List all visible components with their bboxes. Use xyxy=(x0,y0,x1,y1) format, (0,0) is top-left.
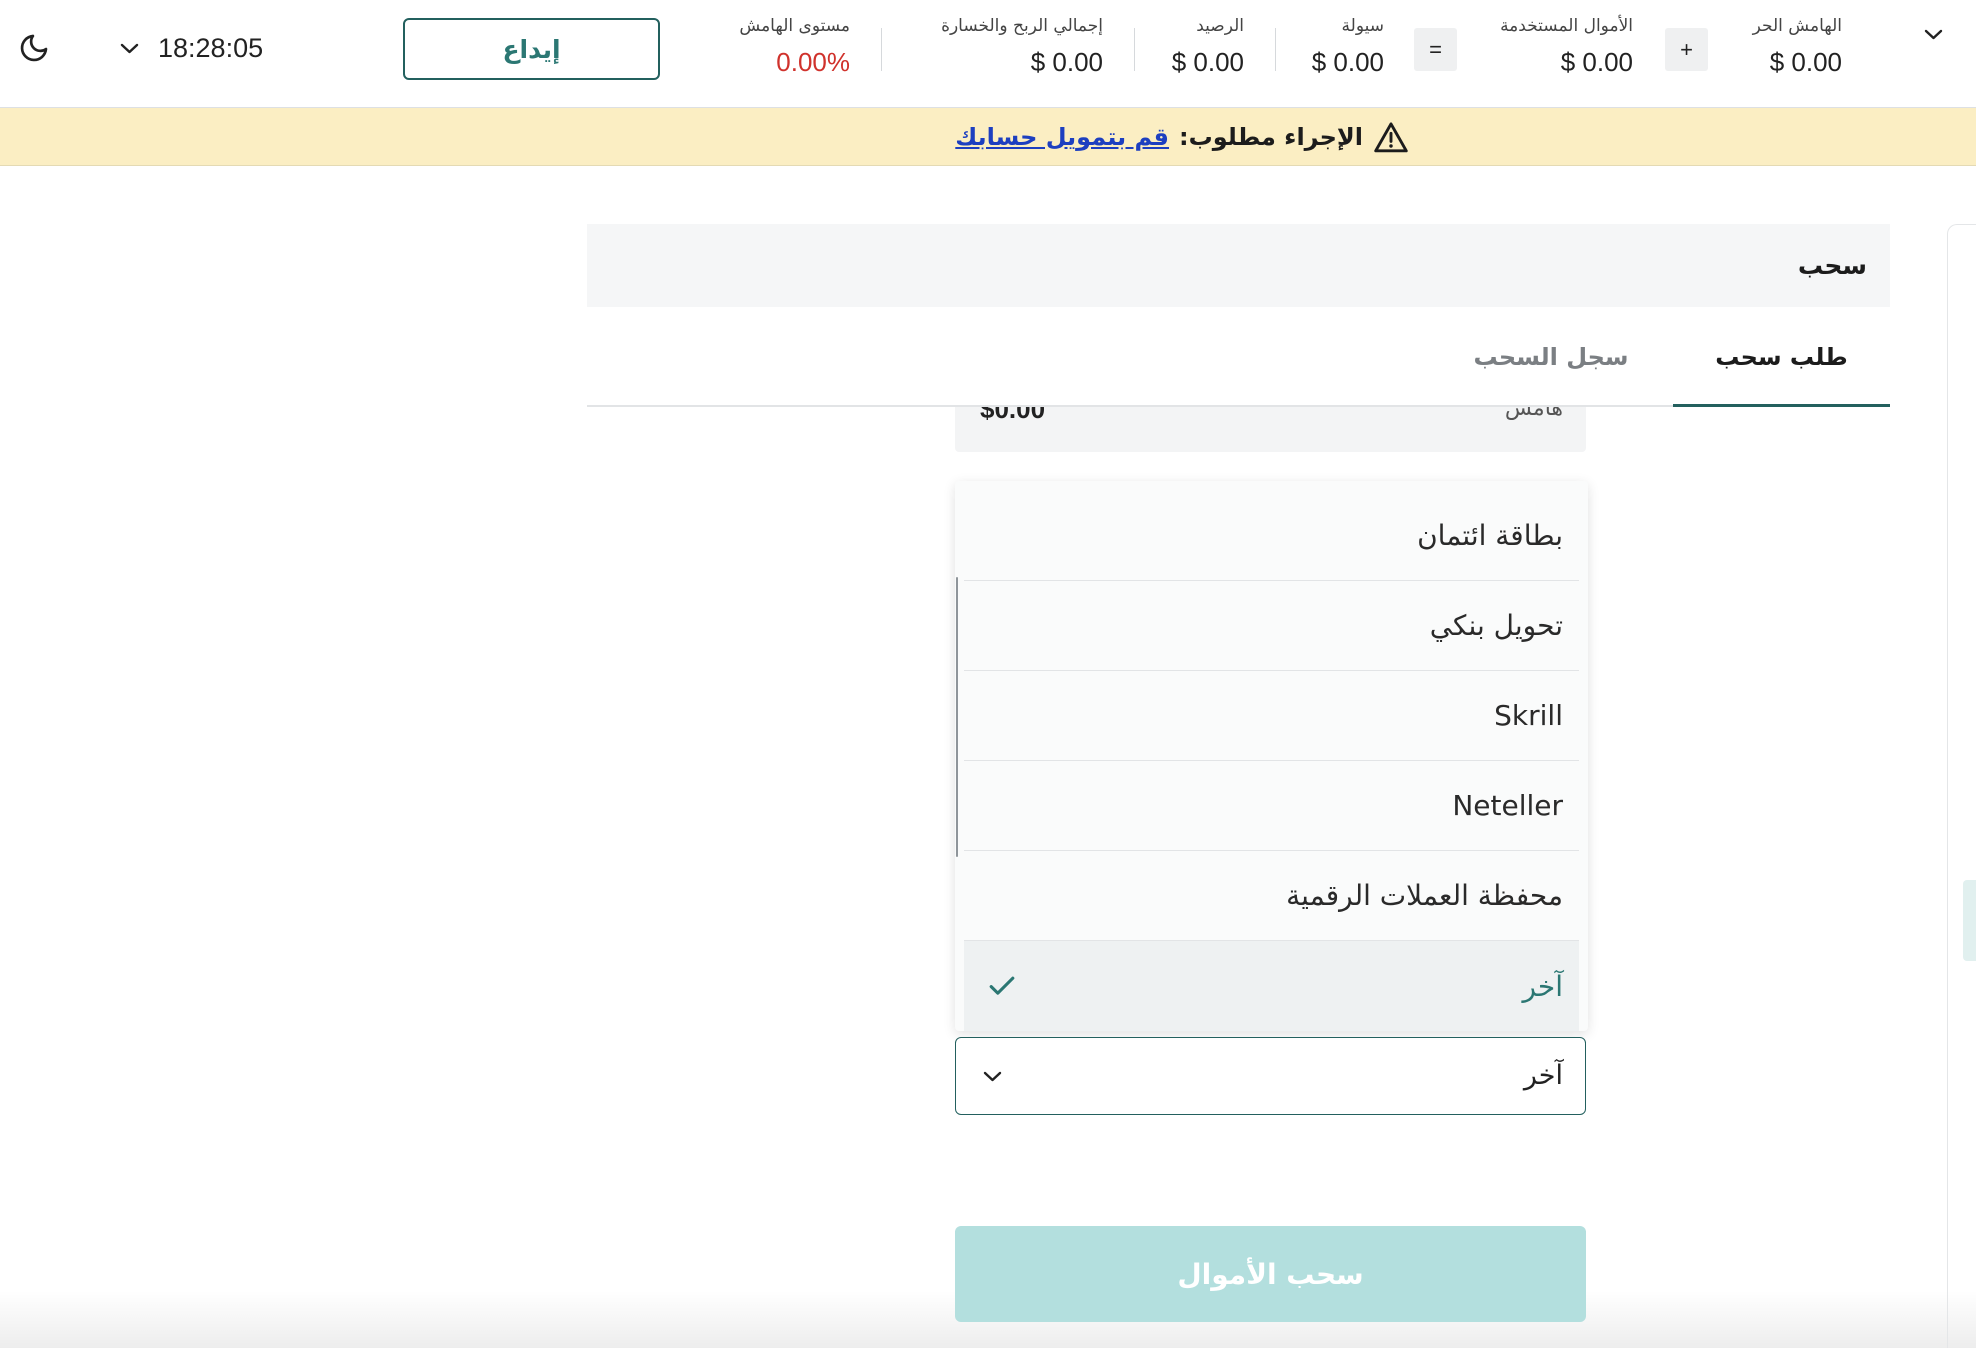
chevron-down-icon[interactable] xyxy=(1924,29,1943,40)
free-margin-metric: الهامش الحر $ 0.00 xyxy=(1753,14,1842,78)
method-options-list: بطاقة ائتمان تحويل بنكي Skrill Neteller محفظ… xyxy=(964,491,1579,1031)
metric-divider xyxy=(1275,28,1276,71)
withdraw-method-select[interactable]: آخر xyxy=(955,1037,1586,1115)
method-option-label: آخر xyxy=(1522,969,1563,1003)
withdraw-panel-header: سحب xyxy=(587,224,1890,307)
action-required-banner: الإجراء مطلوب: قم بتمويل حسابك xyxy=(0,108,1976,166)
used-margin-value: $ 0.00 xyxy=(1560,47,1633,77)
equity-metric: سيولة $ 0.00 xyxy=(1312,14,1384,78)
banner-content: الإجراء مطلوب: قم بتمويل حسابك xyxy=(955,108,1409,165)
free-margin-label: الهامش الحر xyxy=(1752,16,1842,36)
warning-icon xyxy=(1373,121,1409,153)
free-margin-value: $ 0.00 xyxy=(1769,47,1842,77)
method-option-label: تحويل بنكي xyxy=(1429,609,1563,642)
metric-divider xyxy=(1134,28,1135,71)
method-option-label: محفظة العملات الرقمية xyxy=(1286,879,1563,912)
method-option[interactable]: تحويل بنكي xyxy=(964,581,1579,671)
dropdown-scrollbar[interactable] xyxy=(956,577,958,857)
withdraw-form-scroll-area[interactable]: $0.00 هامش بطاقة ائتمان تحويل بنكي Skrill N… xyxy=(0,407,1976,1348)
account-summary-header: 18:28:05 إيداع مستوى الهامش 0.00% إجمالي… xyxy=(0,0,1976,108)
total-pnl-value: $ 0.00 xyxy=(1030,47,1103,77)
metric-divider xyxy=(881,28,882,71)
page-title: سحب xyxy=(1797,251,1867,280)
method-option-label: Neteller xyxy=(1452,789,1563,822)
balance-metric: الرصيد $ 0.00 xyxy=(1172,14,1244,78)
total-pnl-label: إجمالي الربح والخسارة xyxy=(941,16,1103,36)
method-option[interactable]: Skrill xyxy=(964,671,1579,761)
method-option[interactable]: Neteller xyxy=(964,761,1579,851)
margin-field: $0.00 هامش xyxy=(955,407,1586,452)
clock-time: 18:28:05 xyxy=(158,33,264,63)
withdraw-tabs: طلب سحب سجل السحب xyxy=(587,307,1890,407)
method-option-label: بطاقة ائتمان xyxy=(1417,519,1563,552)
chevron-down-icon[interactable] xyxy=(120,43,139,54)
method-option-label: Skrill xyxy=(1494,699,1563,732)
tab-withdraw-request[interactable]: طلب سحب xyxy=(1673,307,1890,407)
withdraw-funds-button[interactable]: سحب الأموال xyxy=(955,1226,1586,1322)
balance-label: الرصيد xyxy=(1196,16,1244,36)
method-option[interactable]: آخر xyxy=(964,941,1579,1031)
margin-level-metric: مستوى الهامش 0.00% xyxy=(739,14,850,78)
banner-message: الإجراء مطلوب: xyxy=(1179,122,1363,151)
margin-level-value: 0.00% xyxy=(776,47,850,77)
total-pnl-metric: إجمالي الربح والخسارة $ 0.00 xyxy=(941,14,1103,78)
used-margin-metric: الأموال المستخدمة $ 0.00 xyxy=(1500,14,1633,78)
used-margin-label: الأموال المستخدمة xyxy=(1500,16,1633,36)
method-option[interactable]: محفظة العملات الرقمية xyxy=(964,851,1579,941)
check-icon xyxy=(987,974,1017,998)
moon-icon[interactable] xyxy=(18,32,50,64)
plus-sign: + xyxy=(1665,28,1708,71)
method-option[interactable]: بطاقة ائتمان xyxy=(964,491,1579,581)
method-select-value: آخر xyxy=(1523,1060,1563,1091)
margin-level-label: مستوى الهامش xyxy=(739,16,850,36)
fund-account-link[interactable]: قم بتمويل حسابك xyxy=(955,123,1169,151)
chevron-down-icon xyxy=(983,1071,1002,1082)
equity-label: سيولة xyxy=(1341,16,1384,36)
equity-value: $ 0.00 xyxy=(1311,47,1384,77)
withdraw-method-dropdown: بطاقة ائتمان تحويل بنكي Skrill Neteller محفظ… xyxy=(955,481,1588,1031)
margin-field-value: $0.00 xyxy=(980,407,1046,424)
margin-field-label: هامش xyxy=(1504,407,1563,421)
balance-value: $ 0.00 xyxy=(1171,47,1244,77)
equals-sign: = xyxy=(1414,28,1457,71)
deposit-button[interactable]: إيداع xyxy=(403,18,660,80)
tab-withdraw-history[interactable]: سجل السحب xyxy=(1440,307,1662,407)
